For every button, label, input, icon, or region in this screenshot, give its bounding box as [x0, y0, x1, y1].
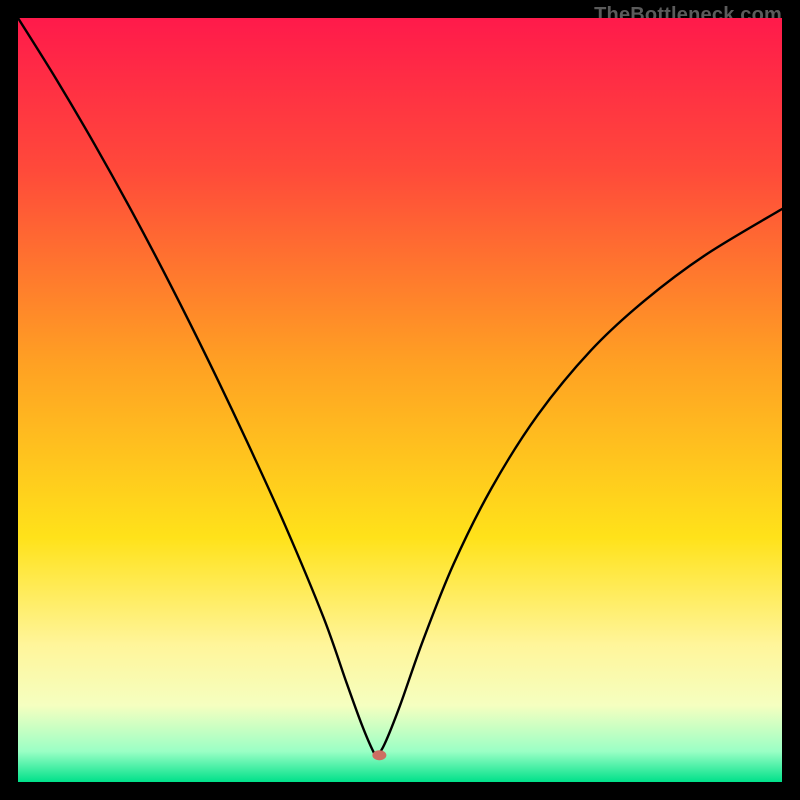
chart-plot-area — [18, 18, 782, 782]
chart-background — [18, 18, 782, 782]
chart-svg — [18, 18, 782, 782]
chart-frame: TheBottleneck.com — [0, 0, 800, 800]
min-marker — [372, 750, 386, 760]
